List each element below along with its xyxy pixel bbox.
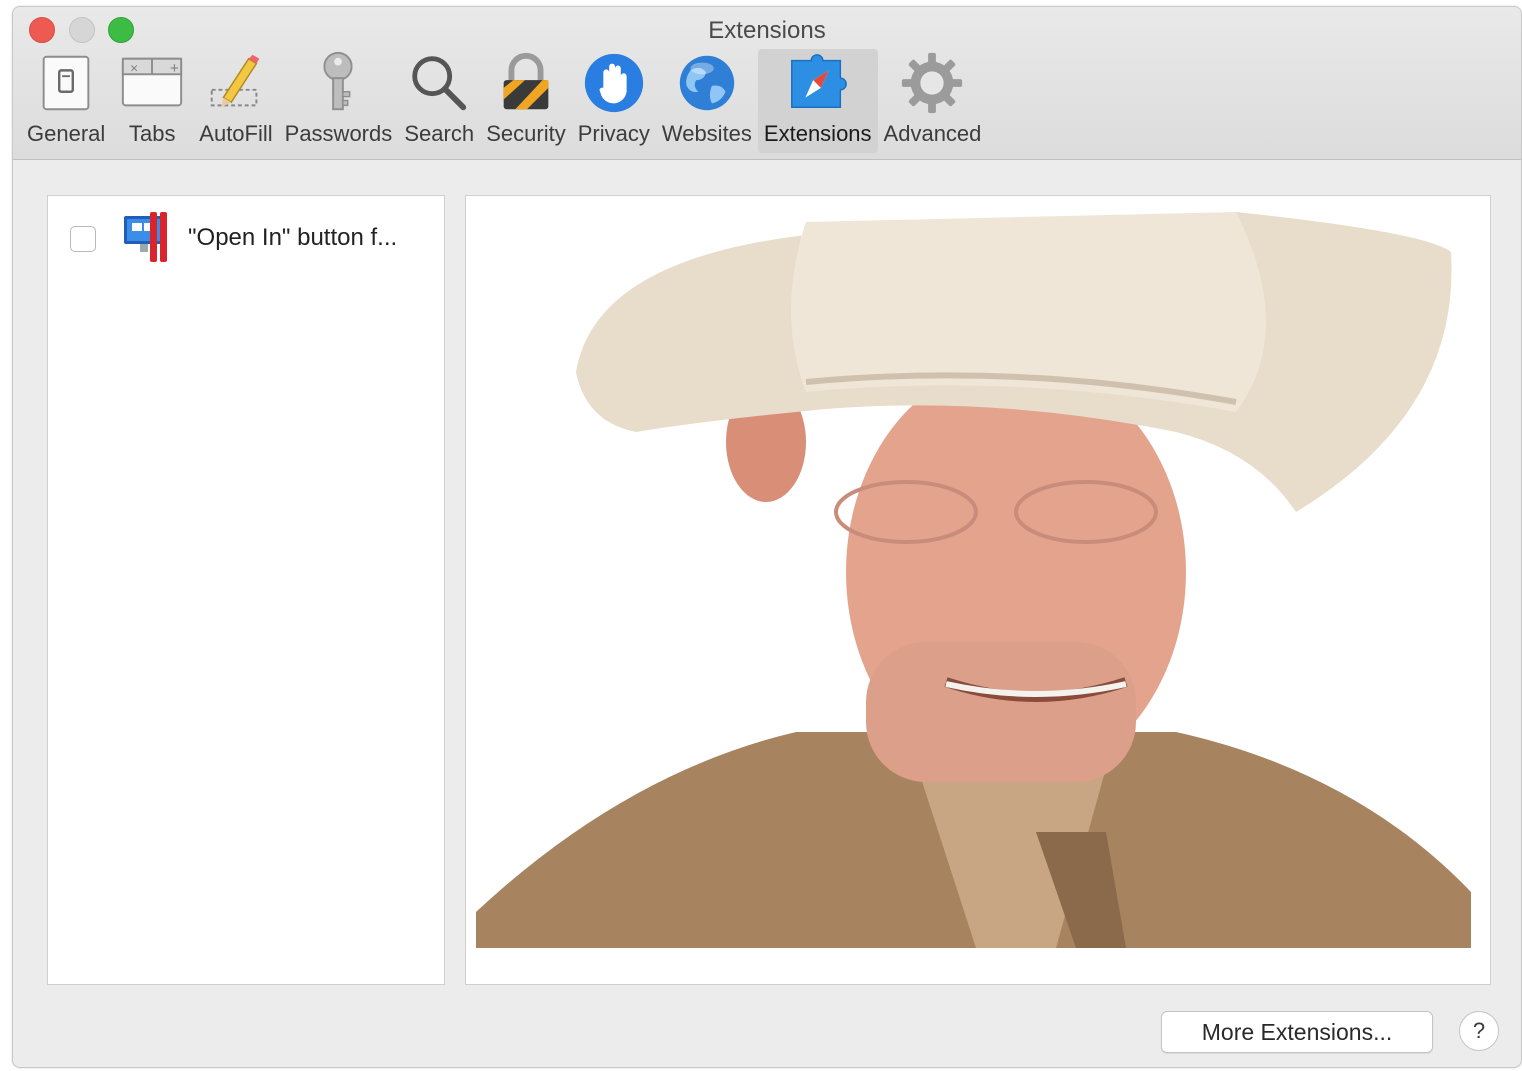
extension-enable-checkbox[interactable] xyxy=(70,226,96,252)
tabs-icon: × + xyxy=(122,57,183,107)
tab-passwords-label: Passwords xyxy=(284,121,393,146)
tab-tabs-label: Tabs xyxy=(129,121,176,146)
extension-detail-pane xyxy=(465,195,1491,985)
extensions-list: "Open In" button f... xyxy=(47,195,445,985)
parallels-icon xyxy=(124,212,167,262)
tab-tabs[interactable]: × + Tabs xyxy=(111,49,193,153)
tab-search[interactable]: Search xyxy=(398,49,480,153)
general-icon xyxy=(42,55,90,111)
tab-websites-label: Websites xyxy=(661,121,752,146)
extension-name: "Open In" button f... xyxy=(188,224,398,251)
globe-icon xyxy=(679,55,735,111)
tab-search-label: Search xyxy=(404,121,475,146)
tab-general-label: General xyxy=(27,121,106,146)
tab-advanced-label: Advanced xyxy=(883,121,982,146)
tab-extensions-label: Extensions xyxy=(763,121,872,146)
preferences-window: Extensions General × + Tabs AutoFill Pas… xyxy=(12,6,1522,1068)
titlebar: Extensions General × + Tabs AutoFill Pas… xyxy=(13,7,1521,160)
tab-general[interactable]: General xyxy=(21,49,111,153)
svg-text:+: + xyxy=(170,60,180,74)
magnifier-icon xyxy=(412,56,467,111)
list-item[interactable]: "Open In" button f... xyxy=(48,208,444,268)
tab-security[interactable]: Security xyxy=(480,49,571,153)
preferences-toolbar: General × + Tabs AutoFill Passwords Sear… xyxy=(21,49,987,157)
tab-extensions[interactable]: Extensions xyxy=(757,49,878,153)
autofill-pencil-icon xyxy=(210,54,260,108)
padlock-icon xyxy=(503,52,549,110)
gear-icon xyxy=(902,52,963,114)
svg-text:×: × xyxy=(130,61,139,74)
key-icon xyxy=(323,51,354,111)
tab-privacy[interactable]: Privacy xyxy=(572,49,656,153)
help-button[interactable]: ? xyxy=(1459,1011,1499,1051)
tab-privacy-label: Privacy xyxy=(577,121,650,146)
tab-advanced[interactable]: Advanced xyxy=(878,49,988,153)
tab-passwords[interactable]: Passwords xyxy=(279,49,399,153)
more-extensions-button[interactable]: More Extensions... xyxy=(1161,1011,1433,1053)
tab-autofill[interactable]: AutoFill xyxy=(193,49,278,153)
tab-websites[interactable]: Websites xyxy=(656,49,758,153)
window-title: Extensions xyxy=(708,17,826,44)
tab-security-label: Security xyxy=(486,121,566,146)
hand-icon xyxy=(584,53,643,113)
puzzle-compass-icon xyxy=(790,54,847,109)
tab-autofill-label: AutoFill xyxy=(199,121,273,146)
portrait-photo xyxy=(476,212,1471,948)
